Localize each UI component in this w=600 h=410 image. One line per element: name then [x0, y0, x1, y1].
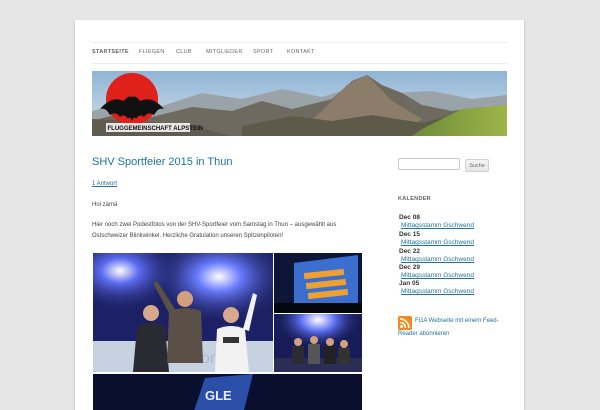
calendar-event-link[interactable]: Mittagsstamm Gschwend: [401, 272, 474, 279]
svg-text:GLE: GLE: [205, 388, 232, 403]
podium-photo-screen[interactable]: [274, 253, 362, 313]
calendar-date: Jan 05: [399, 280, 420, 287]
calendar-event-link[interactable]: Mittagsstamm Gschwend: [401, 222, 474, 229]
calendar-event-link[interactable]: Mittagsstamm Gschwend: [401, 256, 474, 263]
rss-icon[interactable]: [398, 316, 412, 330]
nav-sport[interactable]: Sport: [253, 49, 273, 55]
nav-fliegen[interactable]: Fliegen: [139, 49, 165, 55]
rss-subscribe-link-continued[interactable]: Reader abonnieren: [398, 331, 449, 337]
calendar-event-link[interactable]: Mittagsstamm Gschwend: [401, 288, 474, 295]
event-stage-image: GLE: [93, 374, 362, 410]
logo-text: FLUGGEMEINSCHAFT ALPSTEIN: [108, 126, 203, 132]
podium-photo-image: cor: [93, 253, 273, 372]
rss-glyph: [399, 318, 410, 329]
main-navigation: Startseite Fliegen Club Mitglieder Sport…: [92, 42, 507, 64]
rss-subscribe-link[interactable]: FGA Webseite mit einem Feed-: [415, 318, 499, 324]
podium-photo-group[interactable]: [274, 314, 362, 372]
calendar-event-link[interactable]: Mittagsstamm Gschwend: [401, 239, 474, 246]
calendar-widget-title: Kalender: [398, 196, 431, 202]
search-input[interactable]: [398, 158, 460, 170]
nav-club[interactable]: Club: [176, 49, 192, 55]
nav-kontakt[interactable]: Kontakt: [287, 49, 315, 55]
page-container: Startseite Fliegen Club Mitglieder Sport…: [75, 20, 524, 410]
calendar-date: Dec 15: [399, 231, 420, 238]
post-title[interactable]: SHV Sportfeier 2015 in Thun: [92, 156, 352, 168]
search-button[interactable]: Suche: [465, 159, 489, 172]
reply-count-link[interactable]: 1 Antwort: [92, 181, 117, 187]
header-banner[interactable]: FLUGGEMEINSCHAFT ALPSTEIN: [92, 71, 507, 136]
group-photo-image: [274, 314, 362, 372]
nav-startseite[interactable]: Startseite: [92, 49, 129, 55]
nav-mitglieder[interactable]: Mitglieder: [206, 49, 243, 55]
post-body: Hier noch zwei Podestfotos von der SHV-S…: [92, 222, 337, 239]
calendar-date: Dec 22: [399, 248, 420, 255]
event-photo-bottom[interactable]: GLE: [93, 374, 362, 410]
ranking-screen-image: [274, 253, 362, 313]
podium-photo-main[interactable]: cor: [93, 253, 273, 372]
calendar-date: Dec 08: [399, 214, 420, 221]
post-greeting: Hoi zämä: [92, 202, 118, 208]
mountain-panorama-image: FLUGGEMEINSCHAFT ALPSTEIN: [92, 71, 507, 136]
calendar-date: Dec 29: [399, 264, 420, 271]
